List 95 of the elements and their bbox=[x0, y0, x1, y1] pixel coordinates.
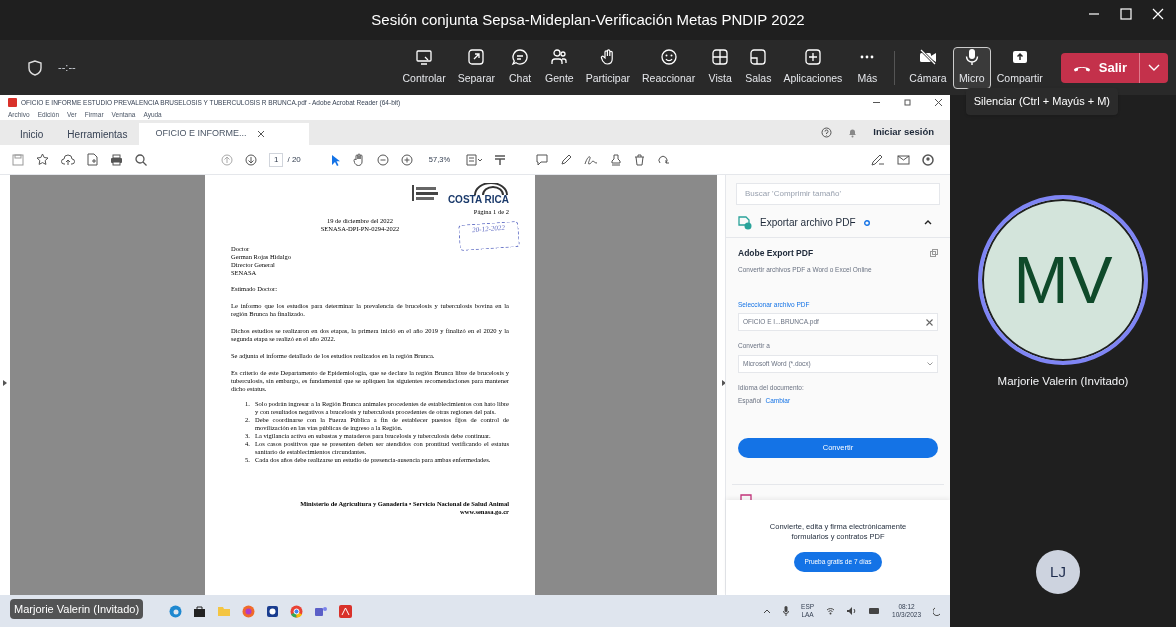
logo-text: COSTA RICA bbox=[447, 195, 509, 205]
tab[interactable]: Herramientas bbox=[55, 123, 140, 145]
toolbar-button[interactable]: Micro bbox=[952, 46, 991, 89]
page-number-field[interactable]: 1 bbox=[269, 152, 284, 167]
add-icon bbox=[803, 48, 822, 67]
tooltip: Silenciar (Ctrl + Mayús + M) bbox=[965, 88, 1118, 115]
toolbar-button[interactable]: Aplicaciones bbox=[777, 46, 849, 89]
presenter-name-label: Marjorie Valerin (Invitado) bbox=[10, 598, 144, 619]
avatar: MV bbox=[978, 195, 1148, 365]
maximize-icon[interactable] bbox=[1120, 8, 1132, 20]
more-icon bbox=[860, 55, 875, 60]
participant-name: Marjorie Valerin (Invitado) bbox=[997, 374, 1129, 389]
camera-off-icon bbox=[919, 48, 938, 67]
rooms-icon bbox=[749, 48, 768, 67]
bell-icon[interactable] bbox=[848, 127, 858, 138]
zoom-out-icon[interactable] bbox=[376, 153, 389, 166]
edit-pdf-icon bbox=[740, 494, 752, 500]
chevron-down-icon bbox=[1148, 64, 1160, 71]
close-icon[interactable] bbox=[258, 131, 265, 137]
notification-icon[interactable] bbox=[933, 606, 942, 616]
page-down-icon[interactable] bbox=[245, 153, 257, 166]
toolbar-button[interactable]: Reaccionar bbox=[636, 46, 702, 89]
chrome-icon[interactable] bbox=[290, 604, 303, 618]
teams-icon[interactable] bbox=[314, 604, 328, 618]
acrobat-icon bbox=[8, 98, 17, 107]
avatar: LJ bbox=[1036, 550, 1080, 594]
bag-icon[interactable] bbox=[193, 604, 206, 618]
hand-icon[interactable] bbox=[352, 153, 365, 166]
chat-icon bbox=[511, 48, 530, 67]
toolbar-button[interactable]: Más bbox=[848, 46, 887, 89]
section-title: Exportar archivo PDF bbox=[760, 216, 856, 230]
fit-page-icon[interactable] bbox=[466, 153, 483, 166]
tab[interactable]: Inicio bbox=[8, 123, 56, 145]
toolbar-button[interactable]: Participar bbox=[579, 46, 636, 89]
info-dot-icon bbox=[863, 219, 870, 226]
monitor-icon bbox=[415, 48, 434, 67]
rotate-icon[interactable] bbox=[657, 153, 670, 166]
star-icon[interactable] bbox=[36, 153, 49, 166]
restore-icon[interactable] bbox=[904, 99, 911, 106]
stamp-icon[interactable] bbox=[610, 153, 623, 166]
app-icon[interactable] bbox=[266, 604, 279, 618]
pop-out-icon bbox=[467, 48, 486, 67]
expand-arrow-icon[interactable] bbox=[3, 380, 7, 386]
battery-icon[interactable] bbox=[869, 608, 881, 614]
expand-arrow-icon[interactable] bbox=[722, 380, 725, 386]
signature-icon[interactable] bbox=[584, 153, 599, 166]
export-pdf-icon bbox=[738, 215, 752, 230]
zoom-in-icon[interactable] bbox=[400, 153, 413, 166]
grid-icon bbox=[711, 48, 730, 67]
toolbar-button[interactable]: Separar bbox=[451, 46, 502, 89]
arc-logo-icon bbox=[473, 183, 509, 195]
cloud-upload-icon[interactable] bbox=[61, 153, 75, 166]
mail-icon[interactable] bbox=[897, 154, 910, 165]
microphone-icon[interactable] bbox=[783, 606, 790, 616]
sign-icon[interactable] bbox=[871, 153, 885, 166]
panel-heading: Adobe Export PDF bbox=[738, 247, 814, 260]
agency-logo-drawing bbox=[411, 183, 440, 203]
section-header[interactable]: Exportar archivo PDF bbox=[726, 208, 950, 238]
user-icon[interactable] bbox=[922, 153, 934, 166]
page-total: / 20 bbox=[287, 153, 301, 166]
toolbar-button[interactable]: Cámara bbox=[903, 46, 953, 89]
search-icon[interactable] bbox=[135, 153, 147, 166]
toolbar-button[interactable]: Salas bbox=[739, 46, 778, 89]
toolbar-button[interactable]: Compartir bbox=[990, 46, 1049, 89]
meeting-title: Sesión conjunta Sepsa-Mideplan-Verificación Metas PNDIP 2022 bbox=[371, 9, 805, 30]
shield-icon bbox=[28, 59, 42, 76]
toolbar-button[interactable]: Chat bbox=[501, 46, 540, 89]
clear-icon[interactable] bbox=[926, 318, 933, 326]
close-icon[interactable] bbox=[935, 99, 942, 106]
help-icon[interactable] bbox=[821, 127, 833, 138]
toolbar-button[interactable]: Vista bbox=[701, 46, 740, 89]
fox-browser-icon[interactable] bbox=[242, 604, 255, 618]
speaker-icon[interactable] bbox=[847, 607, 858, 615]
scroll-mode-icon[interactable] bbox=[494, 153, 507, 166]
toolbar-button[interactable]: Gente bbox=[539, 46, 580, 89]
trash-icon[interactable] bbox=[634, 153, 646, 166]
tab[interactable]: OFICIO E INFORME... bbox=[139, 123, 310, 145]
minimize-icon[interactable] bbox=[873, 99, 880, 106]
chevron-icon[interactable] bbox=[924, 220, 932, 225]
people-icon bbox=[550, 48, 569, 67]
pen-icon[interactable] bbox=[560, 153, 573, 166]
chevron-up-icon[interactable] bbox=[763, 608, 772, 614]
sign-in-link[interactable]: Iniciar sesión bbox=[873, 125, 934, 140]
acrobat-icon[interactable] bbox=[339, 604, 352, 618]
toolbar-button[interactable]: Controlar bbox=[396, 46, 452, 89]
cursor-icon[interactable] bbox=[330, 153, 341, 166]
document-icon[interactable] bbox=[87, 153, 98, 166]
smiley-icon bbox=[659, 48, 678, 67]
meeting-timer: --:-- bbox=[58, 60, 76, 76]
browser-icon[interactable] bbox=[169, 604, 182, 618]
wifi-icon[interactable] bbox=[826, 607, 836, 615]
comment-icon[interactable] bbox=[536, 153, 549, 166]
copy-icon[interactable] bbox=[930, 249, 938, 258]
chevron-down-icon bbox=[927, 362, 933, 366]
print-icon[interactable] bbox=[110, 153, 123, 166]
